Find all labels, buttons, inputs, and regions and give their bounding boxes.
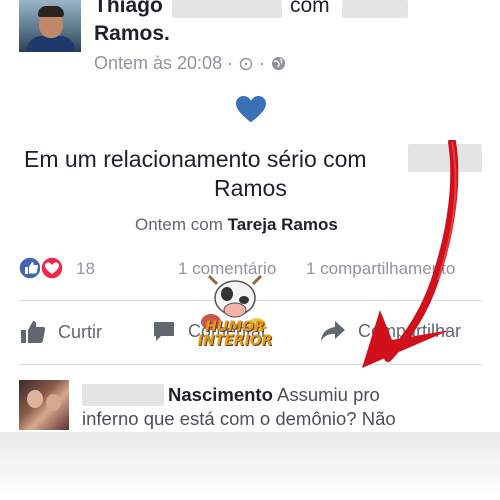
partner-name[interactable]: Ramos.: [94, 22, 170, 46]
redacted-author-surname: [172, 0, 282, 18]
humor-interior-watermark: HUMOR INTERIOR: [193, 270, 275, 365]
redacted-commenter-first: [82, 384, 164, 406]
comment-text-start: Assumiu pro: [277, 384, 380, 405]
comment-text-line2: inferno que está com o demônio? Não: [82, 408, 396, 429]
subline-prefix: Ontem com: [135, 215, 223, 234]
clock-icon: [239, 57, 253, 70]
commenter-avatar[interactable]: [19, 380, 69, 430]
comment-bubble-icon: [154, 322, 174, 341]
author-name[interactable]: Thiago: [94, 0, 163, 18]
thumbs-up-icon: [21, 321, 46, 343]
with-connector: com: [290, 0, 330, 17]
globe-icon: [272, 56, 286, 71]
redacted-partner-first: [342, 0, 408, 18]
like-button[interactable]: Curtir: [20, 320, 102, 344]
like-label: Curtir: [58, 321, 102, 342]
status-subline: Ontem com Tareja Ramos: [135, 215, 338, 235]
comment-line1: Nascimento Assumiu pro: [168, 384, 380, 406]
status-text-line1: Em um relacionamento sério com: [24, 146, 367, 172]
watermark-line1: HUMOR: [205, 319, 265, 335]
post-meta: Ontem às 20:08 · ·: [94, 53, 286, 74]
subline-partner-link[interactable]: Tareja Ramos: [228, 215, 338, 234]
author-avatar[interactable]: [19, 0, 81, 52]
watermark-line2: INTERIOR: [197, 333, 273, 349]
red-arrow-annotation: [362, 140, 459, 368]
bottom-fade: [0, 432, 500, 500]
reactions-count[interactable]: 18: [76, 259, 95, 279]
reaction-icons[interactable]: [18, 256, 70, 280]
status-text-line2: Ramos: [214, 175, 287, 201]
commenter-name[interactable]: Nascimento: [168, 384, 273, 405]
relationship-heart-icon: [236, 95, 266, 123]
post-timestamp[interactable]: Ontem às 20:08 ·: [94, 53, 233, 74]
